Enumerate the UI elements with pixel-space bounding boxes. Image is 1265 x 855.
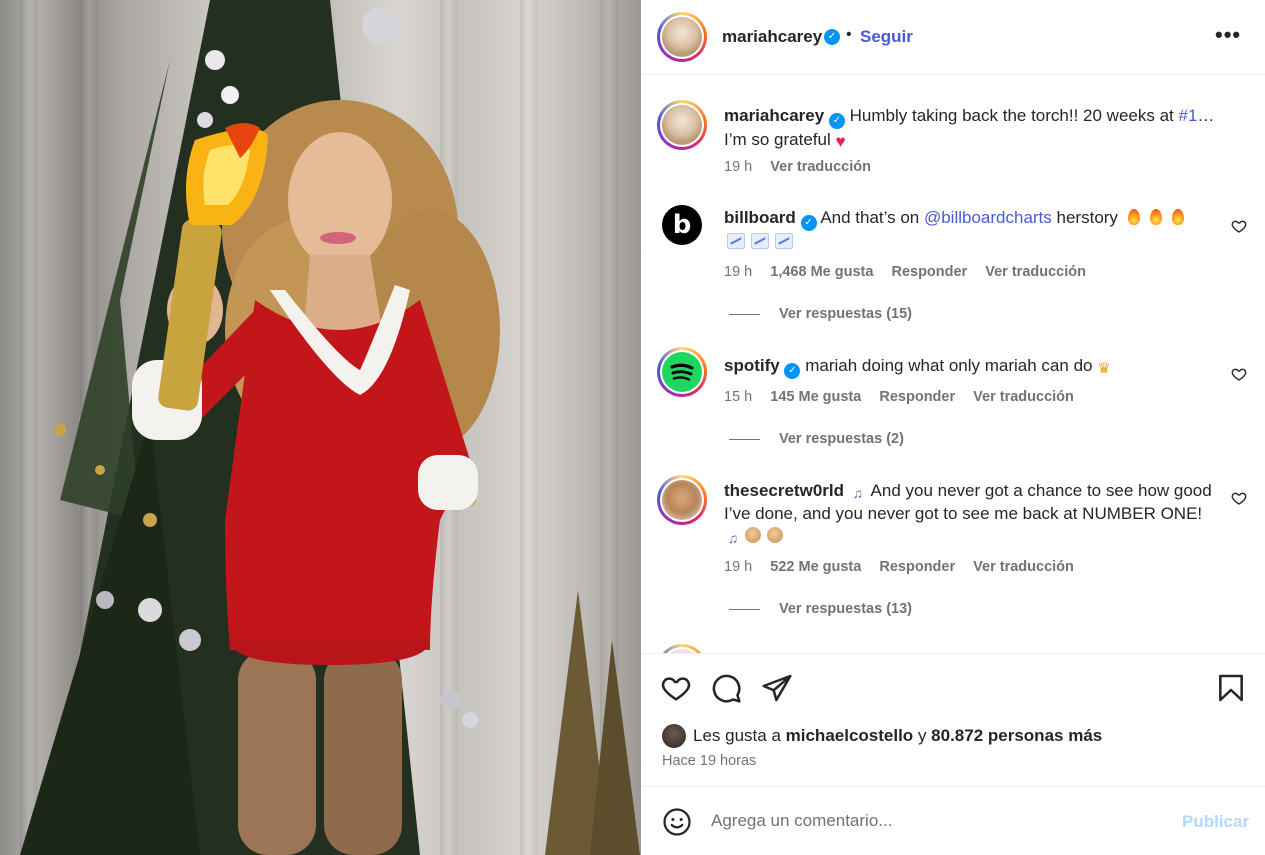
comment-likes-count[interactable]: 522 Me gusta xyxy=(770,559,861,575)
comment-composer: Publicar xyxy=(641,786,1265,855)
fire-emoji-icon xyxy=(1149,209,1162,225)
photo-illustration xyxy=(20,0,640,855)
music-notes-emoji-icon: ♫ xyxy=(852,485,863,501)
mention-link[interactable]: @billboardcharts xyxy=(924,208,1052,227)
comment-meta: 15 h 145 Me gusta Responder Ver traducci… xyxy=(724,389,1088,405)
translate-link[interactable]: Ver traducción xyxy=(973,389,1074,405)
comment-username[interactable]: spotify xyxy=(724,356,780,375)
caption-text-start: Humbly taking back the torch!! 20 weeks … xyxy=(849,106,1179,125)
view-replies-label: Ver respuestas (15) xyxy=(779,306,912,322)
heart-emoji-icon: ♥ xyxy=(835,132,846,151)
fire-emoji-icon xyxy=(1127,209,1140,225)
next-comment-avatar[interactable] xyxy=(657,644,707,653)
comment-username[interactable]: thesecretw0rld xyxy=(724,481,844,500)
likes-summary: Les gusta a michaelcostello y 80.872 per… xyxy=(662,724,1102,748)
verified-badge-icon: ✓ xyxy=(824,29,840,45)
verified-badge-icon: ✓ xyxy=(828,113,845,129)
billboard-avatar[interactable]: b xyxy=(657,200,707,250)
comment-likes-count[interactable]: 1,468 Me gusta xyxy=(770,264,873,280)
comments-list[interactable]: mariahcarey ✓ Humbly taking back the tor… xyxy=(641,76,1265,653)
clapping-hands-emoji-icon xyxy=(767,527,783,543)
comment-text: thesecretw0rld ♫ And you never got a cha… xyxy=(724,480,1224,548)
translate-link[interactable]: Ver traducción xyxy=(973,559,1074,575)
reply-link[interactable]: Responder xyxy=(879,389,955,405)
smiley-icon[interactable] xyxy=(662,807,692,837)
chart-emoji-icon xyxy=(751,233,769,249)
comment-text-end: herstory xyxy=(1051,208,1118,227)
comment-like-heart-icon[interactable] xyxy=(1231,218,1247,234)
post-time: Hace 19 horas xyxy=(662,753,757,769)
spotify-logo-icon xyxy=(662,352,702,392)
caption-meta: 19 h Ver traducción xyxy=(724,159,885,175)
likes-others-count[interactable]: 80.872 personas más xyxy=(931,726,1102,746)
reply-link[interactable]: Responder xyxy=(891,264,967,280)
verified-badge-icon: ✓ xyxy=(800,215,817,231)
comment-like-heart-icon[interactable] xyxy=(1231,490,1247,506)
comment-text-body: mariah doing what only mariah can do xyxy=(805,356,1093,375)
post-actions: Les gusta a michaelcostello y 80.872 per… xyxy=(641,654,1265,786)
view-replies-button[interactable]: Ver respuestas (13) xyxy=(729,601,912,617)
translate-link[interactable]: Ver traducción xyxy=(985,264,1086,280)
author-username[interactable]: mariahcarey xyxy=(722,27,822,47)
bookmark-icon[interactable] xyxy=(1215,672,1247,704)
post-photo[interactable] xyxy=(0,0,641,855)
view-replies-label: Ver respuestas (2) xyxy=(779,431,904,447)
likes-prefix: Les gusta a xyxy=(693,726,781,745)
fire-emoji-icon xyxy=(1171,209,1184,225)
comment-text: spotify ✓ mariah doing what only mariah … xyxy=(724,355,1224,379)
verified-badge-icon: ✓ xyxy=(784,363,801,379)
spotify-avatar[interactable] xyxy=(657,347,707,397)
thesecretw0rld-avatar[interactable] xyxy=(657,475,707,525)
comment-like-heart-icon[interactable] xyxy=(1231,366,1247,382)
paper-plane-icon[interactable] xyxy=(761,672,793,704)
separator-dot: • xyxy=(846,26,852,43)
caption-author-avatar[interactable] xyxy=(657,100,707,150)
comment-input[interactable] xyxy=(711,805,1151,837)
caption-time: 19 h xyxy=(724,159,753,175)
publish-button[interactable]: Publicar xyxy=(1182,812,1249,832)
comment-time: 15 h xyxy=(724,389,753,405)
likes-connector: y xyxy=(917,726,927,745)
reply-link[interactable]: Responder xyxy=(879,559,955,575)
raised-hands-emoji-icon xyxy=(745,527,761,543)
caption-username[interactable]: mariahcarey xyxy=(724,106,824,125)
view-replies-button[interactable]: Ver respuestas (2) xyxy=(729,431,904,447)
view-replies-label: Ver respuestas (13) xyxy=(779,601,912,617)
hashtag-link[interactable]: #1 xyxy=(1178,106,1197,125)
caption-translate-link[interactable]: Ver traducción xyxy=(770,159,871,175)
comment-meta: 19 h 522 Me gusta Responder Ver traducci… xyxy=(724,559,1088,575)
comment-likes-count[interactable]: 145 Me gusta xyxy=(770,389,861,405)
heart-icon[interactable] xyxy=(660,672,692,704)
comment-username[interactable]: billboard xyxy=(724,208,796,227)
author-avatar[interactable] xyxy=(657,12,707,62)
comment-bubble-icon[interactable] xyxy=(710,672,742,704)
liker-avatar[interactable] xyxy=(662,724,686,748)
comment-time: 19 h xyxy=(724,559,753,575)
liker-username[interactable]: michaelcostello xyxy=(786,726,914,746)
comment-meta: 19 h 1,468 Me gusta Responder Ver traduc… xyxy=(724,264,1100,280)
chart-emoji-icon xyxy=(727,233,745,249)
crown-emoji-icon: ♛ xyxy=(1097,360,1111,377)
view-replies-button[interactable]: Ver respuestas (15) xyxy=(729,306,912,322)
comment-time: 19 h xyxy=(724,264,753,280)
more-options-icon[interactable]: ••• xyxy=(1215,22,1241,48)
post-header: mariahcarey ✓ • Seguir ••• xyxy=(641,0,1265,75)
comment-text-start: And that’s on xyxy=(820,208,924,227)
follow-button[interactable]: Seguir xyxy=(860,27,913,47)
chart-emoji-icon xyxy=(775,233,793,249)
music-notes-emoji-icon: ♫ xyxy=(727,530,739,546)
comment-text: billboard ✓ And that’s on @billboardchar… xyxy=(724,207,1224,254)
caption-text: mariahcarey ✓ Humbly taking back the tor… xyxy=(724,105,1224,152)
post-detail-panel: mariahcarey ✓ • Seguir ••• mariahcarey ✓… xyxy=(641,0,1265,855)
